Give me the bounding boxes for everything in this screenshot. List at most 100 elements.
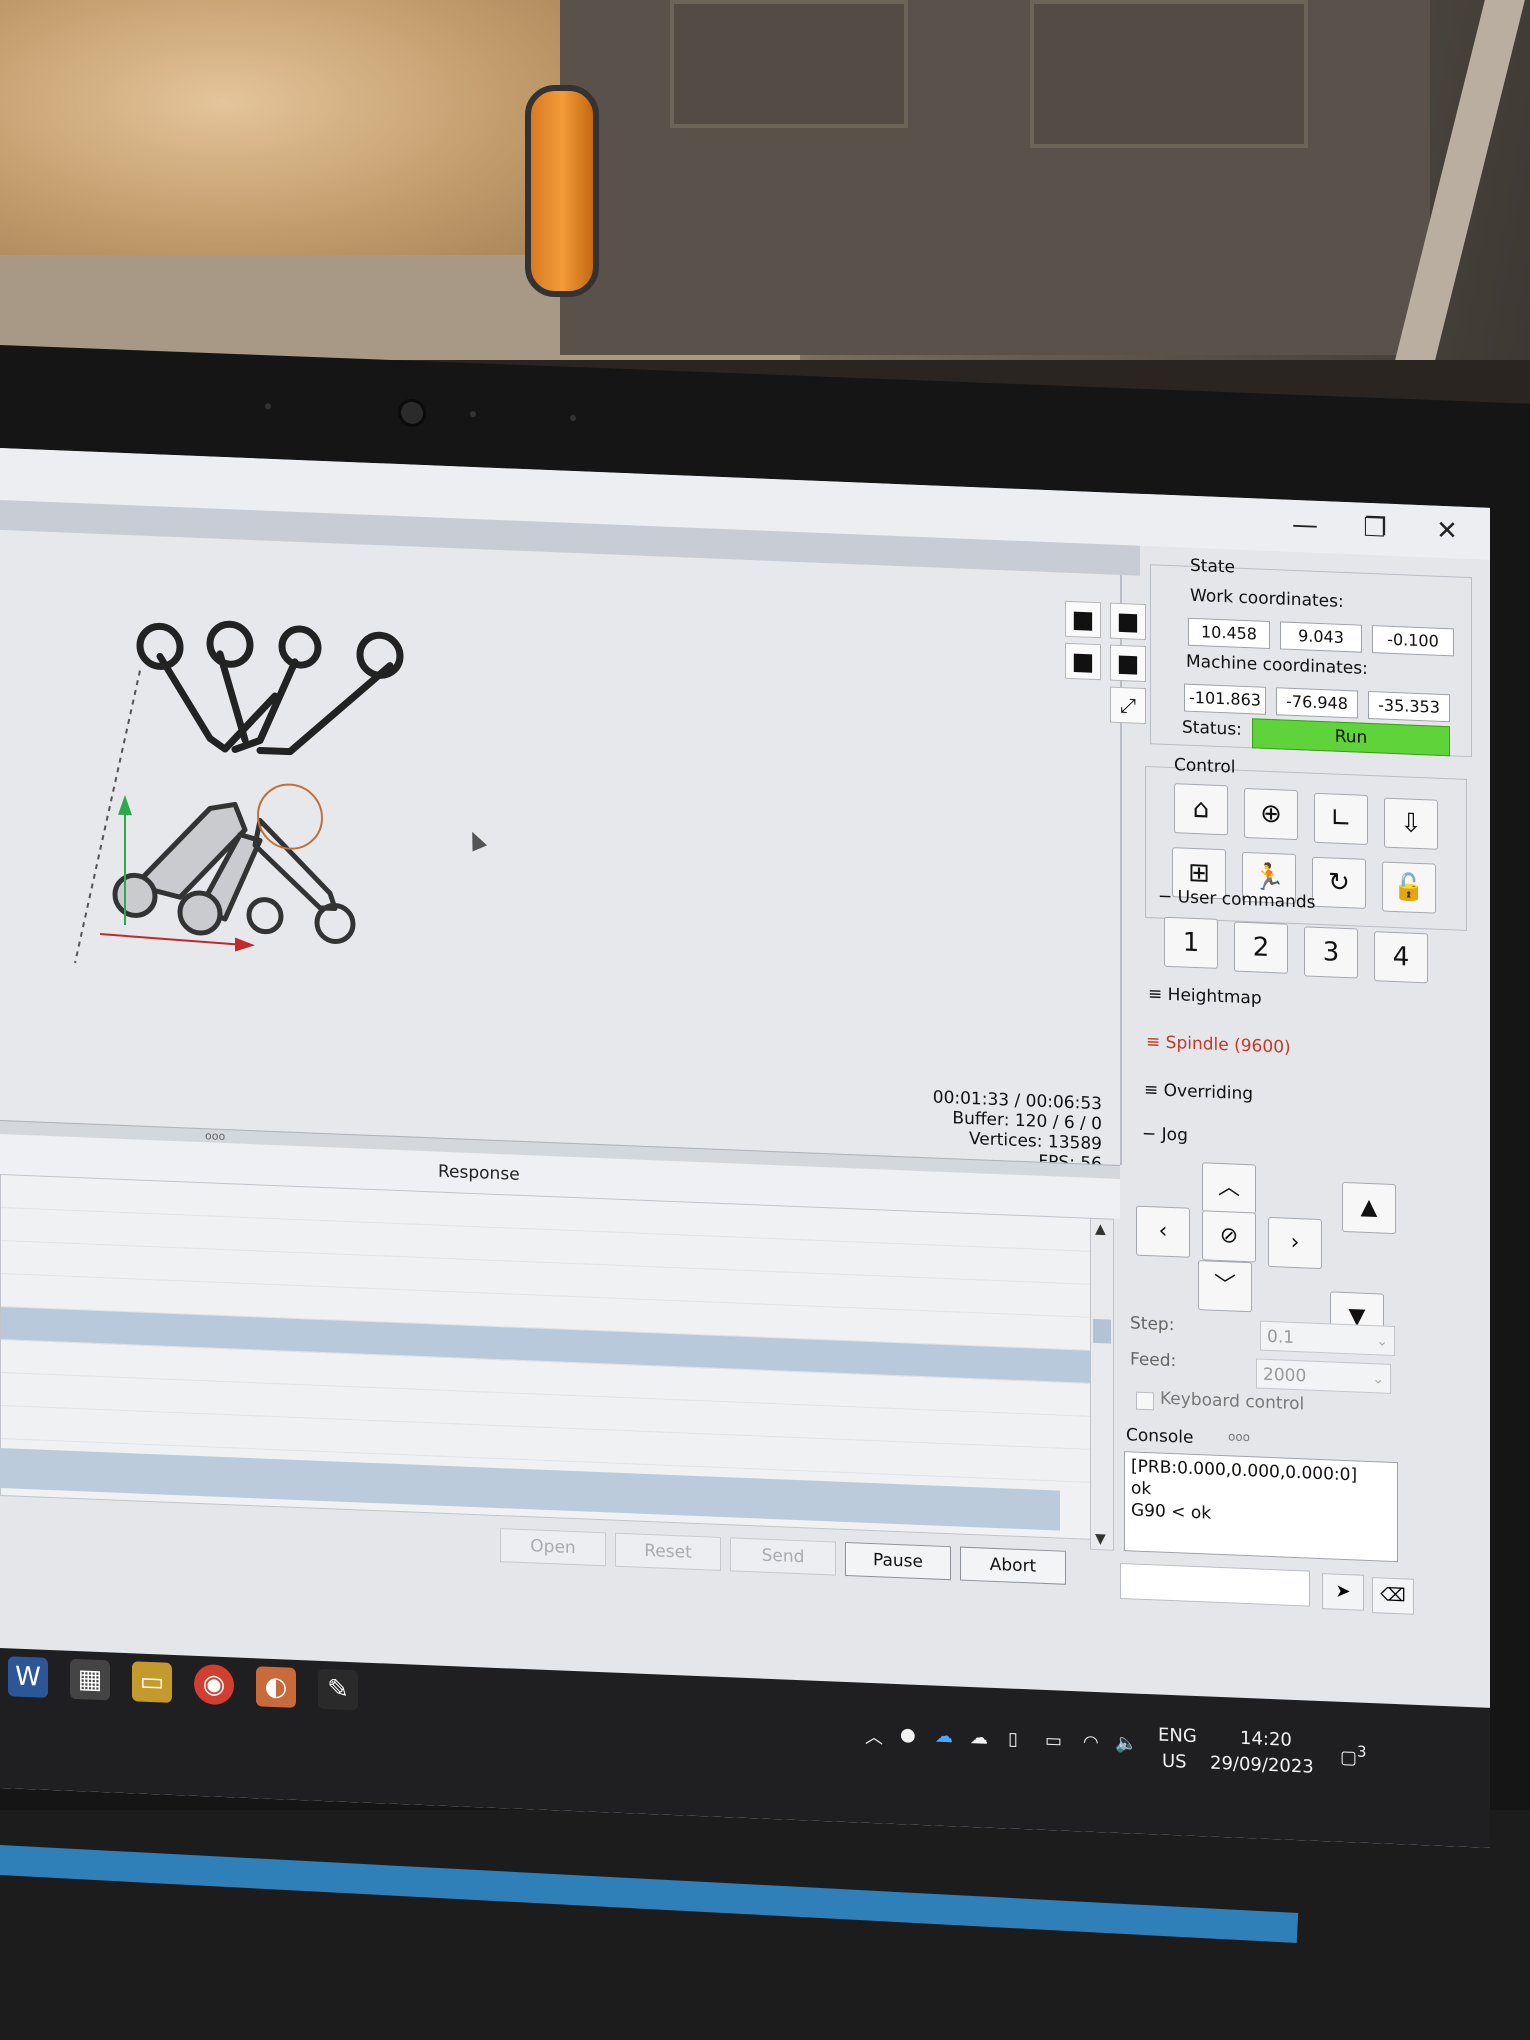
work-x: 10.458 [1188, 617, 1270, 650]
scroll-up-icon[interactable]: ▲ [1095, 1221, 1106, 1237]
volume-icon[interactable]: 🔈 [1115, 1733, 1137, 1755]
sensor-dot [570, 414, 576, 422]
send-button[interactable]: Send [730, 1537, 836, 1576]
pause-button[interactable]: Pause [845, 1541, 951, 1581]
work-z: -0.100 [1372, 625, 1454, 657]
scroll-thumb[interactable] [1093, 1318, 1111, 1344]
tool-marker [257, 783, 323, 850]
jog-section[interactable]: − Jog [1142, 1124, 1188, 1146]
control-panel: State Work coordinates: 10.458 9.043 -0.… [1120, 553, 1490, 1797]
webcam-icon [398, 398, 426, 428]
zero-z-icon[interactable]: ⇩ [1384, 797, 1438, 850]
response-scrollbar[interactable]: ▲ ▼ [1090, 1217, 1114, 1551]
file-explorer-icon[interactable]: ▭ [132, 1661, 172, 1703]
travel-path [74, 670, 141, 964]
sensor-dot [265, 403, 271, 410]
console-title: Console [1126, 1425, 1194, 1448]
jog-y-plus-icon[interactable]: ︿ [1202, 1162, 1256, 1215]
cube-front-icon[interactable]: ■ [1065, 600, 1101, 639]
step-combo[interactable]: 0.1 ⌄ [1260, 1320, 1395, 1357]
screen: — ❐ ✕ ■ ■ ■ ■ ⤢ 00:01:33 / 00:06:53 Buff… [0, 448, 1490, 1848]
upper-toolpath [136, 620, 404, 756]
clock-time[interactable]: 14:20 [1240, 1728, 1292, 1751]
keyboard-control-label: Keyboard control [1160, 1388, 1305, 1415]
feed-value: 2000 [1263, 1364, 1307, 1387]
splitter-grip: ooo [205, 1129, 226, 1144]
mouse-cursor-icon [464, 828, 488, 852]
wall [0, 0, 560, 255]
feed-combo[interactable]: 2000 ⌄ [1256, 1358, 1391, 1394]
jog-x-plus-icon[interactable]: › [1268, 1216, 1322, 1270]
abort-button[interactable]: Abort [960, 1546, 1066, 1585]
jog-z-plus-icon[interactable]: ▲ [1342, 1181, 1396, 1235]
open-button[interactable]: Open [500, 1528, 606, 1567]
wifi-icon[interactable]: ◠ [1083, 1731, 1099, 1753]
heightmap-section[interactable]: ≡ Heightmap [1148, 984, 1262, 1009]
onedrive-icon[interactable]: ☁ [935, 1726, 953, 1748]
clock-date: 29/09/2023 [1210, 1752, 1314, 1778]
state-title: State [1190, 555, 1235, 578]
probe-icon[interactable]: ⊕ [1244, 787, 1298, 841]
chevron-down-icon: ⌄ [1376, 1333, 1388, 1350]
user-command-2[interactable]: 2 [1234, 921, 1288, 974]
reset-button[interactable]: Reset [615, 1532, 721, 1571]
heightmap-label: Heightmap [1167, 984, 1262, 1009]
work-y: 9.043 [1280, 621, 1362, 653]
language-code[interactable]: ENG [1158, 1725, 1197, 1748]
word-icon[interactable]: W [8, 1656, 48, 1698]
restore-button[interactable]: ❐ [1355, 510, 1395, 546]
calculator-icon[interactable]: ▦ [70, 1658, 110, 1701]
feed-label: Feed: [1130, 1349, 1177, 1372]
door-panel [1030, 0, 1308, 148]
spindle-label: Spindle (9600) [1165, 1032, 1291, 1058]
machine-y: -76.948 [1276, 687, 1358, 719]
laptop-deck [0, 1810, 1530, 2040]
zero-xy-icon[interactable]: ∟ [1314, 792, 1368, 845]
background-photo [0, 0, 1530, 360]
unlock-icon[interactable]: 🔓 [1382, 861, 1436, 914]
onedrive-warning-icon[interactable]: ☁ [970, 1727, 988, 1749]
console-grip: ooo [1228, 1429, 1251, 1445]
y-axis-arrow-icon [118, 795, 132, 816]
jog-x-minus-icon[interactable]: ‹ [1136, 1205, 1190, 1258]
battery-icon[interactable]: ▭ [1045, 1730, 1062, 1752]
notifications-icon[interactable]: ▢3 [1340, 1742, 1367, 1769]
step-value: 0.1 [1267, 1326, 1295, 1348]
send-command-icon[interactable]: ➤ [1322, 1573, 1364, 1611]
candle-app-icon[interactable]: ◐ [256, 1666, 296, 1708]
door-panel [670, 0, 908, 128]
x-axis-arrow-icon [235, 937, 255, 952]
user-command-4[interactable]: 4 [1374, 931, 1428, 984]
cable-reel [525, 85, 599, 297]
jog-stop-icon[interactable]: ⊘ [1202, 1210, 1256, 1263]
reset-icon[interactable]: ↻ [1312, 856, 1366, 909]
lower-toolpath [112, 801, 356, 944]
user-command-1[interactable]: 1 [1164, 916, 1218, 969]
user-command-3[interactable]: 3 [1304, 926, 1358, 979]
overriding-section[interactable]: ≡ Overriding [1144, 1080, 1253, 1104]
clear-console-icon[interactable]: ⌫ [1372, 1577, 1414, 1615]
door [560, 0, 1430, 355]
toolpath-drawing [74, 620, 404, 964]
spindle-section[interactable]: ≡ Spindle (9600) [1146, 1032, 1291, 1058]
status-label: Status: [1182, 717, 1242, 740]
home-icon[interactable]: ⌂ [1174, 783, 1228, 836]
tray-chevron-icon[interactable]: ︿ [865, 1723, 883, 1750]
gcode-viewport[interactable]: ■ ■ ■ ■ ⤢ 00:01:33 / 00:06:53 Buffer: 12… [0, 530, 1146, 1174]
control-title: Control [1174, 755, 1236, 778]
usb-drive-icon[interactable]: ▯ [1008, 1728, 1018, 1749]
region-code: US [1162, 1750, 1187, 1773]
sensor-dot [470, 411, 476, 418]
keyboard-control-checkbox[interactable] [1136, 1391, 1154, 1411]
teams-icon[interactable]: ● [900, 1724, 916, 1746]
step-label: Step: [1130, 1313, 1175, 1336]
console-input[interactable] [1120, 1562, 1310, 1607]
console-output[interactable]: [PRB:0.000,0.000,0.000:0] ok G90 < ok [1124, 1451, 1398, 1563]
minimize-button[interactable]: — [1285, 508, 1325, 544]
chrome-icon[interactable]: ◉ [194, 1663, 234, 1706]
jog-y-minus-icon[interactable]: ﹀ [1198, 1260, 1252, 1313]
pen-app-icon[interactable]: ✎ [318, 1668, 358, 1711]
close-button[interactable]: ✕ [1427, 513, 1467, 549]
scroll-down-icon[interactable]: ▼ [1095, 1531, 1106, 1547]
cube-left-icon[interactable]: ■ [1065, 642, 1101, 681]
